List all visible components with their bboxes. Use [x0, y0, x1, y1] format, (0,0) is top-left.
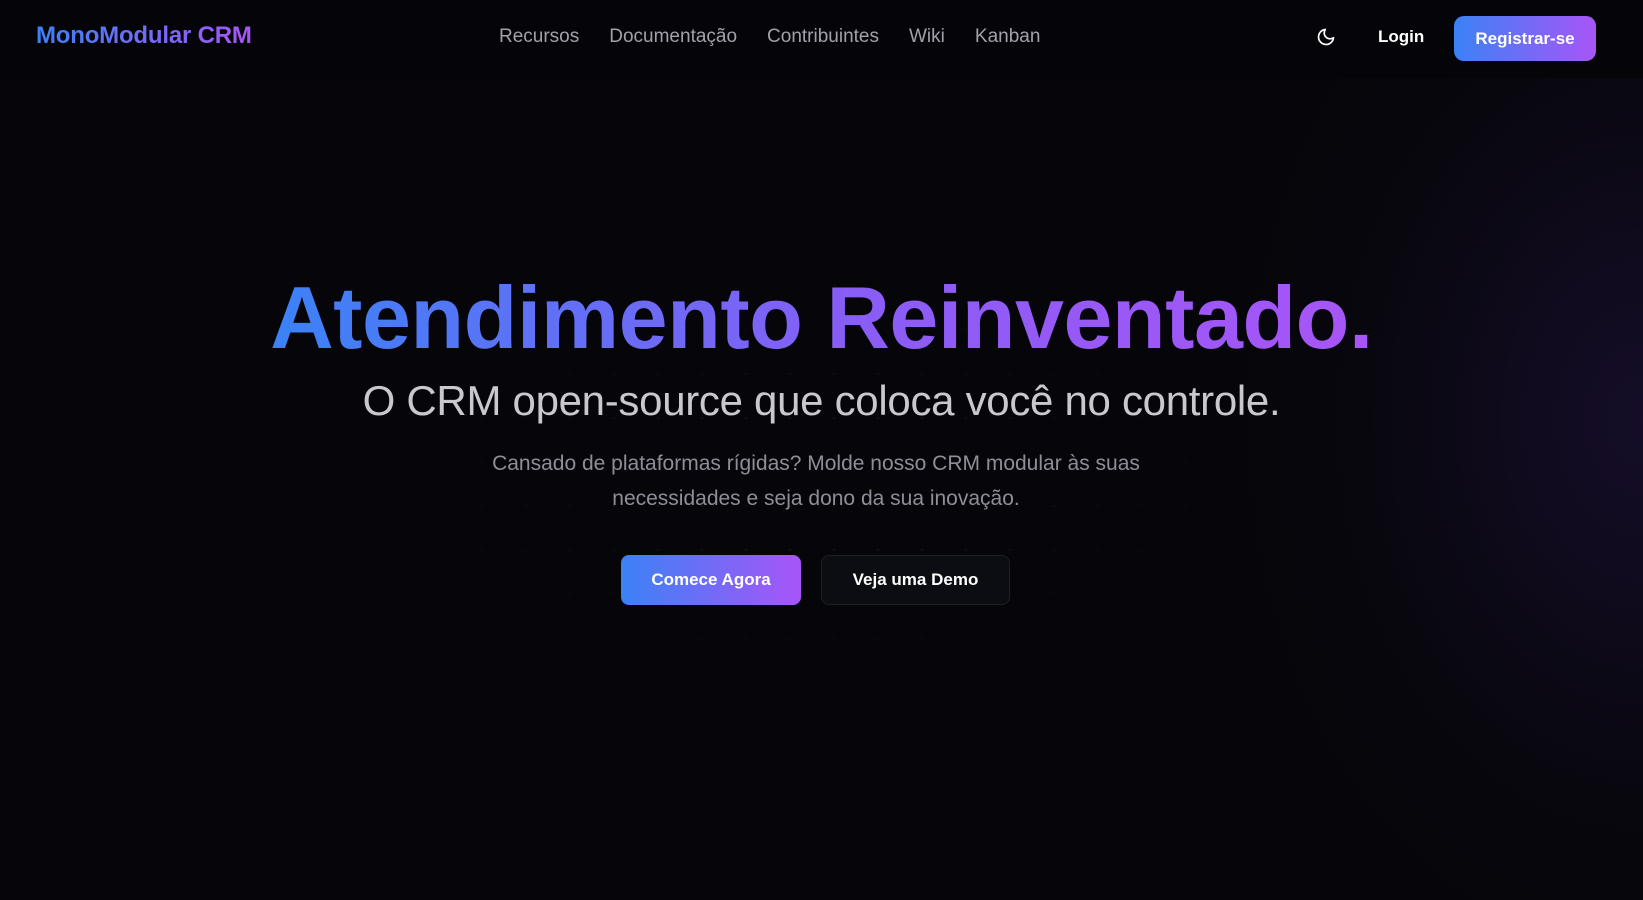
moon-icon — [1317, 28, 1335, 46]
theme-toggle-button[interactable] — [1313, 24, 1339, 50]
nav-link-recursos[interactable]: Recursos — [499, 26, 579, 48]
top-navbar: MonoModular CRM Recursos Documentação Co… — [0, 0, 1643, 78]
hero-section: Atendimento Reinventado. O CRM open-sour… — [0, 0, 1643, 900]
watch-demo-button[interactable]: Veja uma Demo — [821, 555, 1010, 605]
nav-link-wiki[interactable]: Wiki — [909, 26, 945, 48]
get-started-button[interactable]: Comece Agora — [621, 555, 801, 605]
register-button[interactable]: Registrar-se — [1454, 16, 1596, 61]
login-link[interactable]: Login — [1378, 27, 1424, 47]
hero-subtitle: O CRM open-source que coloca você no con… — [362, 377, 1281, 424]
landing-page: MonoModular CRM Recursos Documentação Co… — [0, 0, 1643, 900]
hero-title-text: Atendimento Reinventado. — [270, 268, 1373, 367]
nav-link-kanban[interactable]: Kanban — [975, 26, 1041, 48]
brand-logo[interactable]: MonoModular CRM — [36, 22, 252, 50]
hero-description: Cansado de plataformas rígidas? Molde no… — [492, 452, 1140, 510]
hero-title: Atendimento Reinventado. — [0, 263, 1643, 373]
nav-link-documentacao[interactable]: Documentação — [609, 26, 737, 48]
nav-link-contribuintes[interactable]: Contribuintes — [767, 26, 879, 48]
main-nav: Recursos Documentação Contribuintes Wiki… — [499, 26, 1040, 48]
